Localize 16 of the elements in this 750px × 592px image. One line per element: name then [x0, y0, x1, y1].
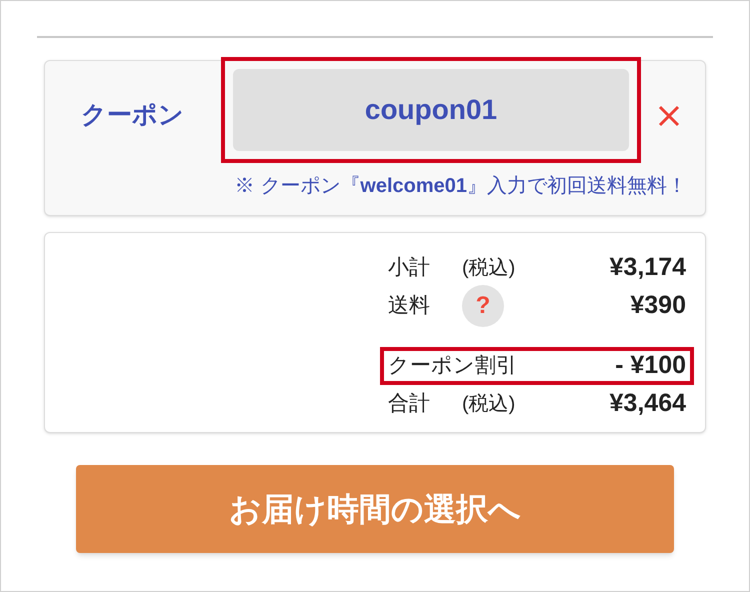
summary-amount: ¥3,174 [610, 252, 686, 284]
summary-amount: ¥3,464 [610, 388, 686, 420]
coupon-note: ※ クーポン『welcome01』入力で初回送料無料！ [234, 174, 687, 199]
coupon-label: クーポン [81, 100, 185, 132]
tax-note: (税込) [462, 392, 516, 417]
next-button[interactable]: お届け時間の選択へ [76, 465, 674, 553]
close-icon[interactable] [658, 105, 680, 127]
summary-label: 送料 [388, 293, 431, 320]
help-button[interactable]: ? [462, 285, 504, 327]
summary-amount: ¥390 [630, 290, 686, 322]
tax-note: (税込) [462, 256, 516, 281]
summary-amount: - ¥100 [615, 350, 686, 382]
summary-label: 合計 [388, 391, 431, 418]
summary-label: 小計 [388, 255, 431, 282]
coupon-field[interactable]: coupon01 [233, 69, 629, 151]
summary-label: クーポン割引 [388, 353, 517, 380]
